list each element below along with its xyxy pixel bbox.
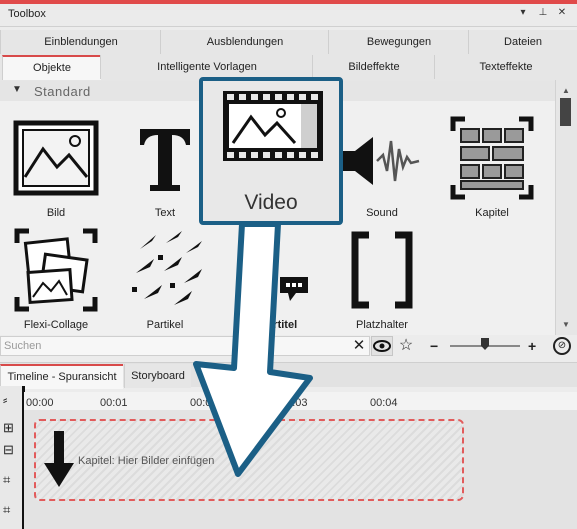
film-strip-icon	[223, 91, 323, 161]
tick-label: 00:01	[100, 397, 128, 409]
tab-bildeffekte[interactable]: Bildeffekte	[312, 55, 435, 79]
object-label: Bild	[46, 207, 66, 219]
fit-timeline-icon[interactable]: ⌗	[3, 472, 10, 488]
tick-label: 00:04	[370, 397, 398, 409]
tab-bewegungen[interactable]: Bewegungen	[328, 30, 469, 54]
timeline-toolbar: ⸗ ⊞ ⊟ ⌗ ⌗	[0, 386, 22, 529]
remove-track-icon[interactable]: ⊟	[3, 442, 14, 458]
image-icon	[13, 120, 99, 196]
tick-label: 00:00	[26, 397, 54, 409]
collapse-arrow-icon[interactable]: ▼	[12, 84, 22, 95]
category-label: Standard	[34, 84, 91, 99]
speaker-wave-icon	[343, 137, 420, 185]
add-track-icon[interactable]: ⊞	[3, 420, 14, 436]
object-label: Flexi-Collage	[23, 319, 89, 331]
placeholder-bracket-icon	[351, 231, 413, 309]
scroll-up-icon[interactable]: ▲	[562, 86, 570, 95]
title-bar	[0, 4, 577, 27]
video-object-callout[interactable]: Video	[199, 77, 343, 225]
zoom-fit-icon[interactable]: ⊘	[553, 337, 571, 355]
annotation-arrow-icon	[193, 222, 313, 477]
expand-timeline-icon[interactable]: ⌗	[3, 502, 10, 518]
zoom-in-icon[interactable]: +	[528, 336, 540, 356]
tab-storyboard[interactable]: Storyboard	[124, 364, 191, 388]
scroll-thumb[interactable]	[560, 98, 571, 126]
object-sound[interactable]: Sound	[327, 109, 437, 221]
dropdown-icon[interactable]: ▾	[517, 7, 529, 19]
chapter-grid-icon	[450, 116, 534, 200]
tab-einblendungen[interactable]: Einblendungen	[0, 30, 161, 54]
window-title: Toolbox	[8, 8, 46, 20]
tab-row-top: Einblendungen Ausblendungen Bewegungen D…	[0, 30, 577, 56]
object-label: Sound	[366, 207, 398, 219]
object-kapitel[interactable]: Kapitel	[437, 109, 547, 221]
zoom-slider-thumb[interactable]	[481, 338, 489, 350]
object-label: Kapitel	[475, 207, 509, 219]
clear-search-icon[interactable]: ✕	[349, 336, 369, 356]
zoom-out-icon[interactable]: −	[430, 336, 442, 356]
callout-label: Video	[244, 191, 298, 214]
object-bild[interactable]: Bild	[1, 109, 111, 221]
tab-ausblendungen[interactable]: Ausblendungen	[160, 30, 329, 54]
collage-icon	[14, 228, 98, 312]
tab-texteffekte[interactable]: Texteffekte	[434, 55, 577, 79]
object-label: Platzhalter	[356, 319, 408, 331]
tab-intelligente-vorlagen[interactable]: Intelligente Vorlagen	[100, 55, 313, 79]
close-icon[interactable]: ✕	[556, 7, 568, 19]
object-flexi-collage[interactable]: Flexi-Collage	[1, 221, 111, 333]
tab-dateien[interactable]: Dateien	[468, 30, 577, 54]
timeline-tool-icon[interactable]: ⸗	[3, 392, 7, 407]
eye-icon[interactable]	[371, 336, 393, 356]
toolbox-scrollbar[interactable]: ▲ ▼	[555, 80, 577, 335]
tab-objekte[interactable]: Objekte	[2, 55, 101, 80]
text-t-icon	[140, 129, 190, 191]
down-arrow-icon	[44, 431, 74, 487]
pin-icon[interactable]: ⊥	[537, 7, 549, 19]
object-platzhalter[interactable]: Platzhalter	[327, 221, 437, 333]
scroll-down-icon[interactable]: ▼	[562, 320, 570, 329]
favorite-star-icon[interactable]: ☆	[395, 336, 417, 356]
